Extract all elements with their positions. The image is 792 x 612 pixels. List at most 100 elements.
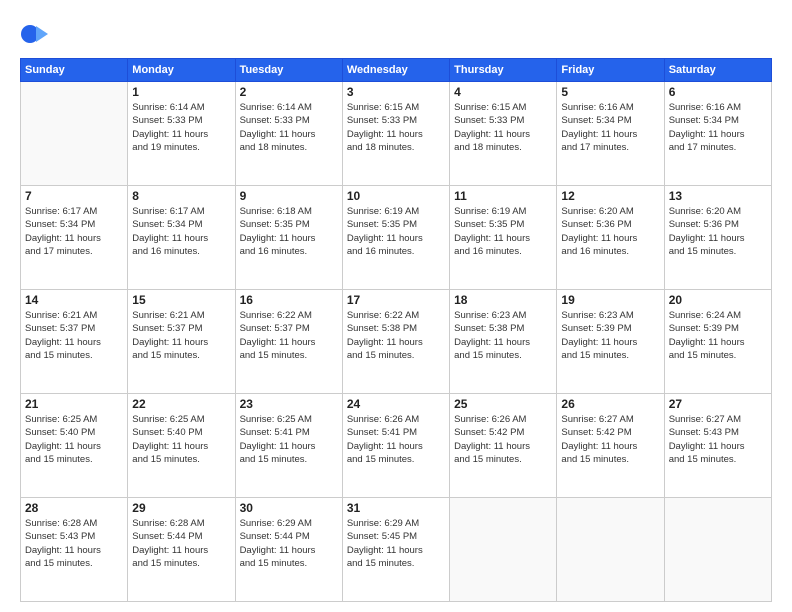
day-info: Sunrise: 6:16 AM Sunset: 5:34 PM Dayligh… <box>669 101 767 154</box>
calendar-week-5: 28 Sunrise: 6:28 AM Sunset: 5:43 PM Dayli… <box>21 498 772 602</box>
day-number: 31 <box>347 501 445 515</box>
calendar-cell: 24 Sunrise: 6:26 AM Sunset: 5:41 PM Dayli… <box>342 394 449 498</box>
day-info: Sunrise: 6:20 AM Sunset: 5:36 PM Dayligh… <box>561 205 659 258</box>
day-info: Sunrise: 6:25 AM Sunset: 5:40 PM Dayligh… <box>25 413 123 466</box>
page: SundayMondayTuesdayWednesdayThursdayFrid… <box>0 0 792 612</box>
calendar-week-3: 14Sunrise: 6:21 AM Sunset: 5:37 PM Dayli… <box>21 290 772 394</box>
day-info: Sunrise: 6:17 AM Sunset: 5:34 PM Dayligh… <box>25 205 123 258</box>
day-number: 29 <box>132 501 230 515</box>
day-info: Sunrise: 6:23 AM Sunset: 5:39 PM Dayligh… <box>561 309 659 362</box>
calendar-cell: 11Sunrise: 6:19 AM Sunset: 5:35 PM Dayli… <box>450 186 557 290</box>
calendar-cell: 22 Sunrise: 6:25 AM Sunset: 5:40 PM Dayli… <box>128 394 235 498</box>
day-number: 13 <box>669 189 767 203</box>
weekday-header-tuesday: Tuesday <box>235 59 342 82</box>
day-info: Sunrise: 6:23 AM Sunset: 5:38 PM Dayligh… <box>454 309 552 362</box>
day-info: Sunrise: 6:18 AM Sunset: 5:35 PM Dayligh… <box>240 205 338 258</box>
day-number: 10 <box>347 189 445 203</box>
day-info: Sunrise: 6:14 AM Sunset: 5:33 PM Dayligh… <box>240 101 338 154</box>
day-info: Sunrise: 6:29 AM Sunset: 5:44 PM Dayligh… <box>240 517 338 570</box>
day-number: 20 <box>669 293 767 307</box>
day-info: Sunrise: 6:26 AM Sunset: 5:41 PM Dayligh… <box>347 413 445 466</box>
day-number: 16 <box>240 293 338 307</box>
weekday-header-thursday: Thursday <box>450 59 557 82</box>
logo-icon <box>20 20 48 48</box>
day-number: 7 <box>25 189 123 203</box>
calendar-cell: 12 Sunrise: 6:20 AM Sunset: 5:36 PM Dayli… <box>557 186 664 290</box>
logo <box>20 20 52 48</box>
day-number: 24 <box>347 397 445 411</box>
calendar-cell: 4 Sunrise: 6:15 AM Sunset: 5:33 PM Daylig… <box>450 82 557 186</box>
day-number: 2 <box>240 85 338 99</box>
calendar-cell: 13 Sunrise: 6:20 AM Sunset: 5:36 PM Dayli… <box>664 186 771 290</box>
day-number: 27 <box>669 397 767 411</box>
calendar-table: SundayMondayTuesdayWednesdayThursdayFrid… <box>20 58 772 602</box>
header <box>20 20 772 48</box>
calendar-cell: 18 Sunrise: 6:23 AM Sunset: 5:38 PM Dayli… <box>450 290 557 394</box>
day-info: Sunrise: 6:16 AM Sunset: 5:34 PM Dayligh… <box>561 101 659 154</box>
day-number: 25 <box>454 397 552 411</box>
day-info: Sunrise: 6:29 AM Sunset: 5:45 PM Dayligh… <box>347 517 445 570</box>
day-info: Sunrise: 6:25 AM Sunset: 5:41 PM Dayligh… <box>240 413 338 466</box>
day-info: Sunrise: 6:28 AM Sunset: 5:43 PM Dayligh… <box>25 517 123 570</box>
weekday-header-wednesday: Wednesday <box>342 59 449 82</box>
day-info: Sunrise: 6:27 AM Sunset: 5:42 PM Dayligh… <box>561 413 659 466</box>
day-info: Sunrise: 6:15 AM Sunset: 5:33 PM Dayligh… <box>454 101 552 154</box>
day-info: Sunrise: 6:19 AM Sunset: 5:35 PM Dayligh… <box>347 205 445 258</box>
day-info: Sunrise: 6:20 AM Sunset: 5:36 PM Dayligh… <box>669 205 767 258</box>
day-number: 22 <box>132 397 230 411</box>
day-number: 1 <box>132 85 230 99</box>
day-number: 4 <box>454 85 552 99</box>
calendar-cell: 7 Sunrise: 6:17 AM Sunset: 5:34 PM Daylig… <box>21 186 128 290</box>
day-number: 23 <box>240 397 338 411</box>
calendar-cell: 17 Sunrise: 6:22 AM Sunset: 5:38 PM Dayli… <box>342 290 449 394</box>
calendar-cell: 6 Sunrise: 6:16 AM Sunset: 5:34 PM Daylig… <box>664 82 771 186</box>
day-number: 5 <box>561 85 659 99</box>
calendar-cell: 16 Sunrise: 6:22 AM Sunset: 5:37 PM Dayli… <box>235 290 342 394</box>
weekday-header-friday: Friday <box>557 59 664 82</box>
day-number: 6 <box>669 85 767 99</box>
calendar-cell: 5 Sunrise: 6:16 AM Sunset: 5:34 PM Daylig… <box>557 82 664 186</box>
day-number: 18 <box>454 293 552 307</box>
calendar-week-2: 7 Sunrise: 6:17 AM Sunset: 5:34 PM Daylig… <box>21 186 772 290</box>
calendar-cell: 9Sunrise: 6:18 AM Sunset: 5:35 PM Daylig… <box>235 186 342 290</box>
day-info: Sunrise: 6:27 AM Sunset: 5:43 PM Dayligh… <box>669 413 767 466</box>
calendar-cell <box>450 498 557 602</box>
day-number: 26 <box>561 397 659 411</box>
weekday-header-monday: Monday <box>128 59 235 82</box>
calendar-cell <box>557 498 664 602</box>
calendar-cell: 19 Sunrise: 6:23 AM Sunset: 5:39 PM Dayli… <box>557 290 664 394</box>
calendar-cell: 30 Sunrise: 6:29 AM Sunset: 5:44 PM Dayli… <box>235 498 342 602</box>
calendar-cell: 27 Sunrise: 6:27 AM Sunset: 5:43 PM Dayli… <box>664 394 771 498</box>
day-number: 28 <box>25 501 123 515</box>
calendar-cell: 29Sunrise: 6:28 AM Sunset: 5:44 PM Dayli… <box>128 498 235 602</box>
day-number: 17 <box>347 293 445 307</box>
calendar-cell: 20Sunrise: 6:24 AM Sunset: 5:39 PM Dayli… <box>664 290 771 394</box>
calendar-cell: 15 Sunrise: 6:21 AM Sunset: 5:37 PM Dayli… <box>128 290 235 394</box>
day-number: 19 <box>561 293 659 307</box>
day-number: 12 <box>561 189 659 203</box>
calendar-cell: 3Sunrise: 6:15 AM Sunset: 5:33 PM Daylig… <box>342 82 449 186</box>
day-info: Sunrise: 6:25 AM Sunset: 5:40 PM Dayligh… <box>132 413 230 466</box>
day-number: 21 <box>25 397 123 411</box>
day-number: 3 <box>347 85 445 99</box>
day-info: Sunrise: 6:21 AM Sunset: 5:37 PM Dayligh… <box>132 309 230 362</box>
calendar-cell: 28 Sunrise: 6:28 AM Sunset: 5:43 PM Dayli… <box>21 498 128 602</box>
calendar-week-1: 1 Sunrise: 6:14 AM Sunset: 5:33 PM Daylig… <box>21 82 772 186</box>
calendar-week-4: 21 Sunrise: 6:25 AM Sunset: 5:40 PM Dayli… <box>21 394 772 498</box>
weekday-header-row: SundayMondayTuesdayWednesdayThursdayFrid… <box>21 59 772 82</box>
weekday-header-sunday: Sunday <box>21 59 128 82</box>
day-info: Sunrise: 6:17 AM Sunset: 5:34 PM Dayligh… <box>132 205 230 258</box>
calendar-cell: 10 Sunrise: 6:19 AM Sunset: 5:35 PM Dayli… <box>342 186 449 290</box>
day-info: Sunrise: 6:26 AM Sunset: 5:42 PM Dayligh… <box>454 413 552 466</box>
day-number: 30 <box>240 501 338 515</box>
calendar-cell: 26 Sunrise: 6:27 AM Sunset: 5:42 PM Dayli… <box>557 394 664 498</box>
calendar-cell: 8Sunrise: 6:17 AM Sunset: 5:34 PM Daylig… <box>128 186 235 290</box>
day-info: Sunrise: 6:21 AM Sunset: 5:37 PM Dayligh… <box>25 309 123 362</box>
calendar-cell: 2 Sunrise: 6:14 AM Sunset: 5:33 PM Daylig… <box>235 82 342 186</box>
calendar-cell: 25 Sunrise: 6:26 AM Sunset: 5:42 PM Dayli… <box>450 394 557 498</box>
calendar-cell <box>664 498 771 602</box>
weekday-header-saturday: Saturday <box>664 59 771 82</box>
day-number: 15 <box>132 293 230 307</box>
day-info: Sunrise: 6:22 AM Sunset: 5:38 PM Dayligh… <box>347 309 445 362</box>
day-info: Sunrise: 6:22 AM Sunset: 5:37 PM Dayligh… <box>240 309 338 362</box>
